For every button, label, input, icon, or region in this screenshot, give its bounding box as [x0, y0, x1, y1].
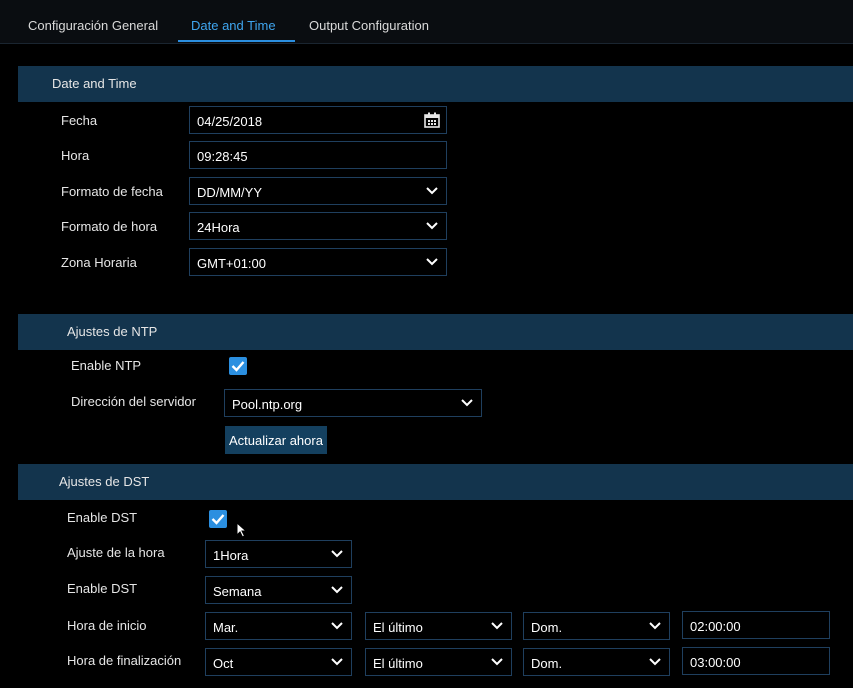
end-month-value: Oct: [213, 656, 234, 671]
active-tab-indicator: [178, 40, 295, 42]
chevron-down-icon: [331, 586, 343, 594]
hora-value: 09:28:45: [197, 149, 248, 164]
start-month-select[interactable]: Mar.: [205, 612, 352, 640]
time-offset-label: Ajuste de la hora: [67, 545, 165, 560]
end-day-select[interactable]: Dom.: [523, 648, 670, 676]
start-time-field[interactable]: 02:00:00: [682, 611, 830, 639]
date-time-section-title: Date and Time: [52, 76, 137, 91]
chevron-down-icon: [426, 222, 438, 230]
dst-mode-label: Enable DST: [67, 581, 138, 596]
chevron-down-icon: [461, 399, 473, 407]
time-offset-value: 1Hora: [213, 548, 249, 563]
zona-horaria-value: GMT+01:00: [197, 256, 267, 271]
end-month-select[interactable]: Oct: [205, 648, 352, 676]
formato-fecha-label: Formato de fecha: [61, 184, 163, 199]
start-day-value: Dom.: [531, 620, 563, 635]
tab-date-and-time[interactable]: Date and Time: [191, 18, 276, 33]
hora-label: Hora: [61, 148, 90, 163]
chevron-down-icon: [331, 622, 343, 630]
dst-mode-select[interactable]: Semana: [205, 576, 352, 604]
checkmark-icon: [231, 361, 245, 372]
chevron-down-icon: [649, 622, 661, 630]
chevron-down-icon: [649, 658, 661, 666]
end-day-value: Dom.: [531, 656, 563, 671]
checkmark-icon: [211, 514, 225, 525]
end-week-select[interactable]: El último: [365, 648, 512, 676]
dst-mode-value: Semana: [213, 584, 262, 599]
time-offset-select[interactable]: 1Hora: [205, 540, 352, 568]
tab-output-configuration[interactable]: Output Configuration: [309, 18, 429, 33]
server-address-value: Pool.ntp.org: [232, 397, 303, 412]
date-time-section-header: Date and Time: [18, 66, 853, 102]
server-address-select[interactable]: Pool.ntp.org: [224, 389, 482, 417]
start-month-value: Mar.: [213, 620, 239, 635]
update-now-button[interactable]: Actualizar ahora: [225, 426, 327, 454]
hora-field[interactable]: 09:28:45: [189, 141, 447, 169]
enable-dst-label: Enable DST: [67, 510, 138, 525]
server-address-label: Dirección del servidor: [71, 394, 196, 409]
chevron-down-icon: [491, 622, 503, 630]
dst-section-title: Ajustes de DST: [59, 474, 150, 489]
start-week-value: El último: [373, 620, 423, 635]
chevron-down-icon: [491, 658, 503, 666]
fecha-value: 04/25/2018: [197, 114, 263, 129]
fecha-label: Fecha: [61, 113, 98, 128]
chevron-down-icon: [331, 550, 343, 558]
mouse-cursor-icon: [236, 522, 248, 538]
start-time-label: Hora de inicio: [67, 618, 147, 633]
ntp-section-title: Ajustes de NTP: [67, 324, 158, 339]
enable-dst-checkbox[interactable]: [209, 510, 227, 528]
end-time-value: 03:00:00: [690, 655, 741, 670]
zona-horaria-label: Zona Horaria: [61, 255, 137, 270]
chevron-down-icon: [331, 658, 343, 666]
tab-general[interactable]: Configuración General: [28, 18, 158, 33]
dst-section-header: Ajustes de DST: [18, 464, 853, 500]
formato-hora-value: 24Hora: [197, 220, 240, 235]
enable-ntp-checkbox[interactable]: [229, 357, 247, 375]
start-time-value: 02:00:00: [690, 619, 741, 634]
chevron-down-icon: [426, 187, 438, 195]
zona-horaria-select[interactable]: GMT+01:00: [189, 248, 447, 276]
start-week-select[interactable]: El último: [365, 612, 512, 640]
settings-panel: Date and Time Fecha 04/25/2018 Hora 09:2…: [0, 44, 853, 688]
start-day-select[interactable]: Dom.: [523, 612, 670, 640]
calendar-icon[interactable]: [424, 112, 440, 128]
formato-hora-select[interactable]: 24Hora: [189, 212, 447, 240]
ntp-section-header: Ajustes de NTP: [18, 314, 853, 350]
end-time-label: Hora de finalización: [67, 653, 182, 668]
enable-ntp-label: Enable NTP: [71, 358, 142, 373]
fecha-field[interactable]: 04/25/2018: [189, 106, 447, 134]
tab-bar: Configuración General Date and Time Outp…: [0, 0, 853, 44]
formato-fecha-value: DD/MM/YY: [197, 185, 262, 200]
formato-hora-label: Formato de hora: [61, 219, 158, 234]
end-week-value: El último: [373, 656, 423, 671]
end-time-field[interactable]: 03:00:00: [682, 647, 830, 675]
formato-fecha-select[interactable]: DD/MM/YY: [189, 177, 447, 205]
chevron-down-icon: [426, 258, 438, 266]
